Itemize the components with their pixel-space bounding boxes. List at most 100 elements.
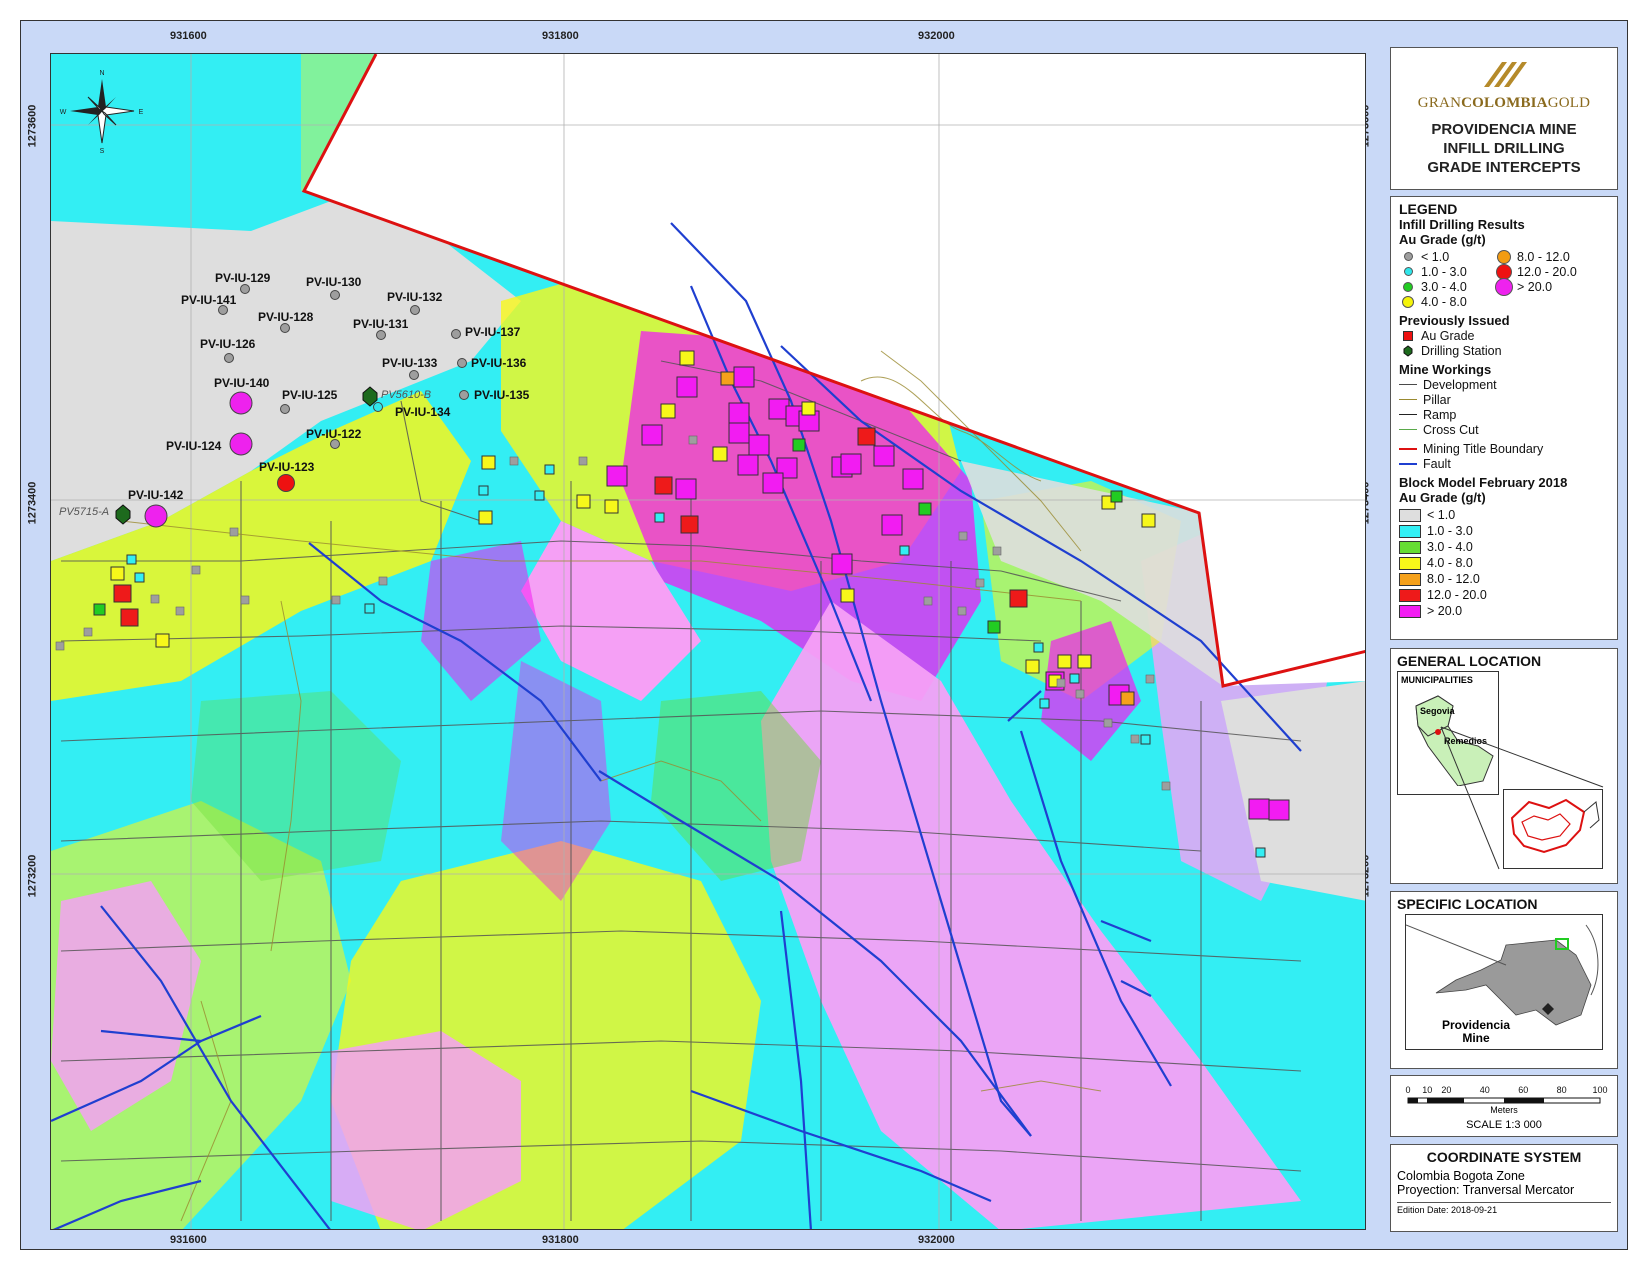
legend-label: < 1.0 (1421, 249, 1450, 264)
label-pv-iu-141: PV-IU-141 (181, 293, 237, 307)
general-location-panel: GENERAL LOCATION MUNICIPALITIES Segovia … (1390, 648, 1618, 884)
legend-infill-left-0: < 1.0 (1399, 249, 1495, 264)
block-swatch-icon (1399, 556, 1421, 570)
legend-label: > 20.0 (1427, 604, 1463, 618)
legend-label: 4.0 - 8.0 (1427, 556, 1473, 570)
label-pv-iu-123: PV-IU-123 (259, 460, 315, 474)
coordinate-system-panel: COORDINATE SYSTEM Colombia Bogota Zone P… (1390, 1144, 1618, 1232)
compass-w: W (60, 109, 67, 116)
boundary-line-icon (1399, 447, 1417, 450)
block-swatch-icon (1399, 588, 1421, 602)
legend-block-4: 8.0 - 12.0 (1399, 571, 1609, 587)
legend-working-0: Development (1399, 377, 1609, 392)
legend-infill-title: Infill Drilling Results (1399, 217, 1525, 232)
legend-prev-au: Au Grade (1399, 328, 1609, 343)
x-tick-931600-bottom: 931600 (170, 1234, 207, 1246)
legend-label: Pillar (1423, 392, 1451, 407)
grade-dot-icon (1497, 249, 1511, 264)
y-tick-1273600-left: 1273600 (26, 104, 39, 148)
legend-label: Ramp (1423, 407, 1457, 422)
block-swatch-icon (1399, 572, 1421, 586)
label-pv-iu-140: PV-IU-140 (214, 376, 270, 390)
block-swatch-icon (1399, 524, 1421, 538)
legend-label: 8.0 - 12.0 (1517, 249, 1570, 264)
drilling-station-icon (1403, 344, 1413, 357)
legend-label: 12.0 - 20.0 (1517, 264, 1577, 279)
x-tick-932000-bottom: 932000 (918, 1234, 955, 1246)
grade-dot-icon (1495, 277, 1513, 296)
remedios-label: Remedios (1444, 736, 1488, 746)
working-line-icon (1399, 428, 1417, 431)
municipalities-inset: MUNICIPALITIES Segovia Remedios (1397, 671, 1499, 795)
legend-infill-right-2: > 20.0 (1495, 277, 1577, 296)
legend-infill-left-2: 3.0 - 4.0 (1399, 279, 1495, 294)
map-canvas: N S E W PV-IU-129 PV-IU-130 PV-IU-141 PV… (51, 54, 1365, 1229)
label-pv-iu-135: PV-IU-135 (474, 388, 530, 402)
compass-n: N (99, 70, 104, 77)
legend-label: 1.0 - 3.0 (1421, 264, 1467, 279)
legend-infill-grades: < 1.0 1.0 - 3.0 3.0 - 4.0 4.0 - 8.0 8.0 - 1… (1399, 249, 1609, 309)
segovia-label: Segovia (1420, 706, 1455, 716)
coordsys-heading: COORDINATE SYSTEM (1426, 1149, 1582, 1165)
block-swatch-icon (1399, 604, 1421, 618)
legend-label: Development (1423, 377, 1497, 392)
label-pv5610-b: PV5610-B (381, 389, 431, 401)
label-pv-iu-126: PV-IU-126 (200, 337, 256, 351)
label-pv-iu-137: PV-IU-137 (465, 325, 521, 339)
label-pv-iu-122: PV-IU-122 (306, 427, 362, 441)
legend-label: < 1.0 (1427, 508, 1456, 522)
legend-workings-title: Mine Workings (1399, 362, 1492, 377)
legend-working-2: Ramp (1399, 407, 1609, 422)
main-map[interactable]: N S E W PV-IU-129 PV-IU-130 PV-IU-141 PV… (50, 53, 1366, 1230)
legend-label: 4.0 - 8.0 (1421, 294, 1467, 309)
x-tick-932000-top: 932000 (918, 30, 955, 42)
fault-line-icon (1399, 462, 1417, 465)
legend-block-2: 3.0 - 4.0 (1399, 539, 1609, 555)
legend-workings-list: Development Pillar Ramp Cross Cut (1399, 377, 1609, 437)
block-swatch-icon (1399, 508, 1421, 522)
legend-label: 12.0 - 20.0 (1427, 588, 1487, 602)
legend-label: 3.0 - 4.0 (1421, 279, 1467, 294)
x-tick-931800-top: 931800 (542, 30, 579, 42)
compass-s: S (100, 148, 105, 155)
working-line-icon (1399, 398, 1417, 401)
legend-block-5: 12.0 - 20.0 (1399, 587, 1609, 603)
legend-working-3: Cross Cut (1399, 422, 1609, 437)
legend-block-sub: Au Grade (g/t) (1399, 490, 1486, 505)
remedios-inset (1503, 789, 1603, 869)
remedios-map-icon (1510, 798, 1600, 854)
specific-location-heading: SPECIFIC LOCATION (1397, 896, 1538, 912)
gran-colombia-logo-icon (1484, 62, 1527, 87)
coordsys-zone: Colombia Bogota Zone (1397, 1169, 1525, 1183)
scale-unit: Meters (1490, 1105, 1518, 1115)
label-pv-iu-130: PV-IU-130 (306, 275, 362, 289)
legend-block-1: 1.0 - 3.0 (1399, 523, 1609, 539)
legend-fault: Fault (1399, 456, 1609, 471)
legend-panel: LEGEND Infill Drilling Results Au Grade … (1390, 196, 1618, 640)
specific-location-panel: SPECIFIC LOCATION Providencia Mine (1390, 891, 1618, 1069)
municipalities-label: MUNICIPALITIES (1401, 675, 1473, 685)
map-title: PROVIDENCIA MINE INFILL DRILLING GRADE I… (1427, 121, 1581, 176)
x-tick-931600-top: 931600 (170, 30, 207, 42)
providencia-mine-label: Providencia Mine (1441, 1018, 1511, 1045)
label-pv-iu-129: PV-IU-129 (215, 271, 271, 285)
grade-dot-icon (1403, 281, 1413, 292)
specific-location-inset: Providencia Mine (1405, 914, 1603, 1050)
legend-infill-right-0: 8.0 - 12.0 (1495, 249, 1577, 264)
scale-label: SCALE 1:3 000 (1466, 1119, 1542, 1131)
legend-label: 8.0 - 12.0 (1427, 572, 1480, 586)
company-brand: GRANCOLOMBIAGOLD (1417, 95, 1591, 111)
label-pv-iu-136: PV-IU-136 (471, 356, 527, 370)
grade-dot-icon (1403, 252, 1413, 261)
working-line-icon (1399, 413, 1417, 416)
label-pv5715-a: PV5715-A (59, 506, 109, 518)
grade-dot-icon (1402, 295, 1414, 308)
label-pv-iu-142: PV-IU-142 (128, 488, 184, 502)
x-tick-931800-bottom: 931800 (542, 1234, 579, 1246)
label-pv-iu-134: PV-IU-134 (395, 405, 451, 419)
legend-infill-sub: Au Grade (g/t) (1399, 232, 1486, 247)
working-line-icon (1399, 383, 1417, 386)
block-swatch-icon (1399, 540, 1421, 554)
legend-block-list: < 1.0 1.0 - 3.0 3.0 - 4.0 4.0 - 8.0 8.0 - 12… (1399, 507, 1609, 619)
y-tick-1273200-left: 1273200 (26, 854, 39, 898)
